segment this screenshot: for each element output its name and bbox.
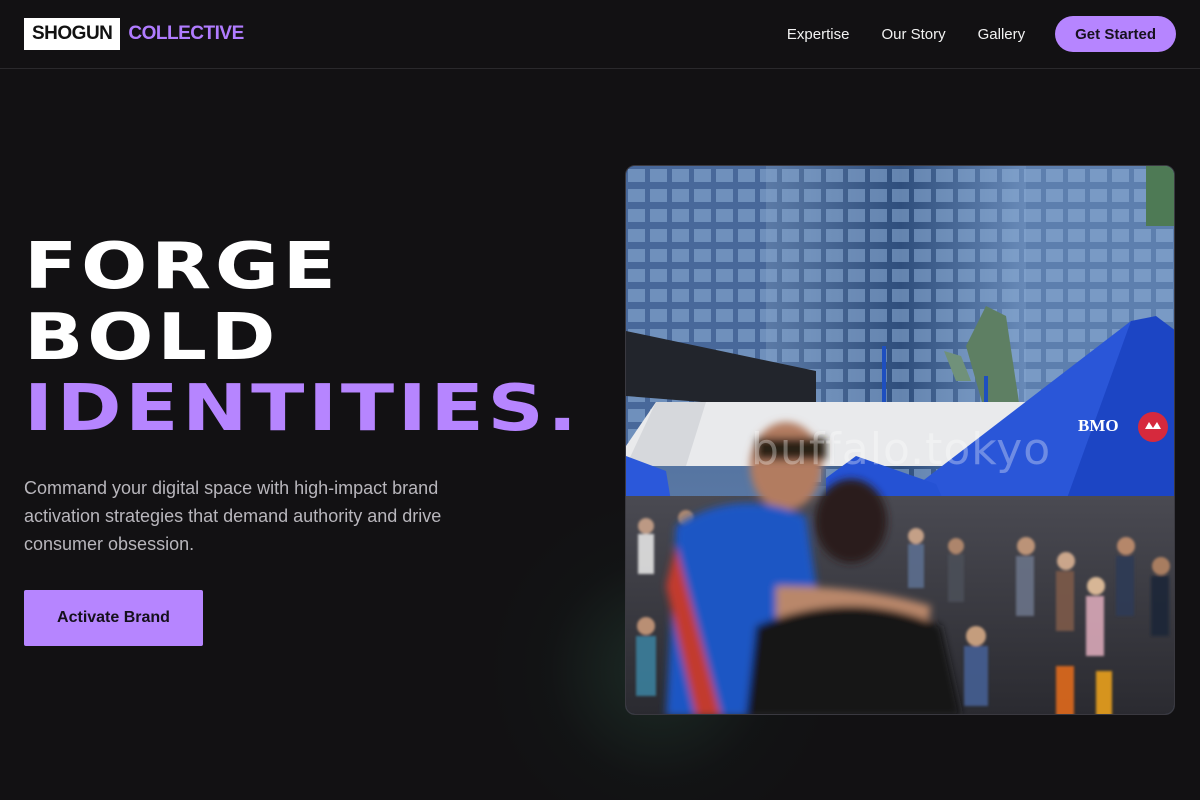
top-navigation: SHOGUN COLLECTIVE Expertise Our Story Ga… <box>0 0 1200 69</box>
nav-link-expertise[interactable]: Expertise <box>787 26 850 43</box>
brand-logo[interactable]: SHOGUN COLLECTIVE <box>24 18 244 50</box>
headline-line-2: BOLD <box>24 301 280 375</box>
headline-line-3: IDENTITIES. <box>24 372 581 446</box>
tent-brand-label: BMO <box>1078 416 1119 435</box>
logo-wordmark: COLLECTIVE <box>128 23 244 44</box>
landing-page: SHOGUN COLLECTIVE Expertise Our Story Ga… <box>0 0 1200 800</box>
headline-line-1: FORGE <box>24 230 340 304</box>
nav-link-our-story[interactable]: Our Story <box>881 26 945 43</box>
nav-link-gallery[interactable]: Gallery <box>978 26 1026 43</box>
image-watermark: buffalo.tokyo <box>751 424 1052 475</box>
activate-brand-button[interactable]: Activate Brand <box>24 590 203 646</box>
logo-badge: SHOGUN <box>24 18 121 50</box>
hero-photo: BMO buffalo.tokyo <box>625 165 1175 715</box>
hero-headline: FORGE BOLD IDENTITIES. <box>24 232 581 445</box>
hero-description: Command your digital space with high-imp… <box>24 478 442 554</box>
get-started-button[interactable]: Get Started <box>1055 16 1176 52</box>
nav-menu: Expertise Our Story Gallery Get Started <box>787 16 1176 52</box>
